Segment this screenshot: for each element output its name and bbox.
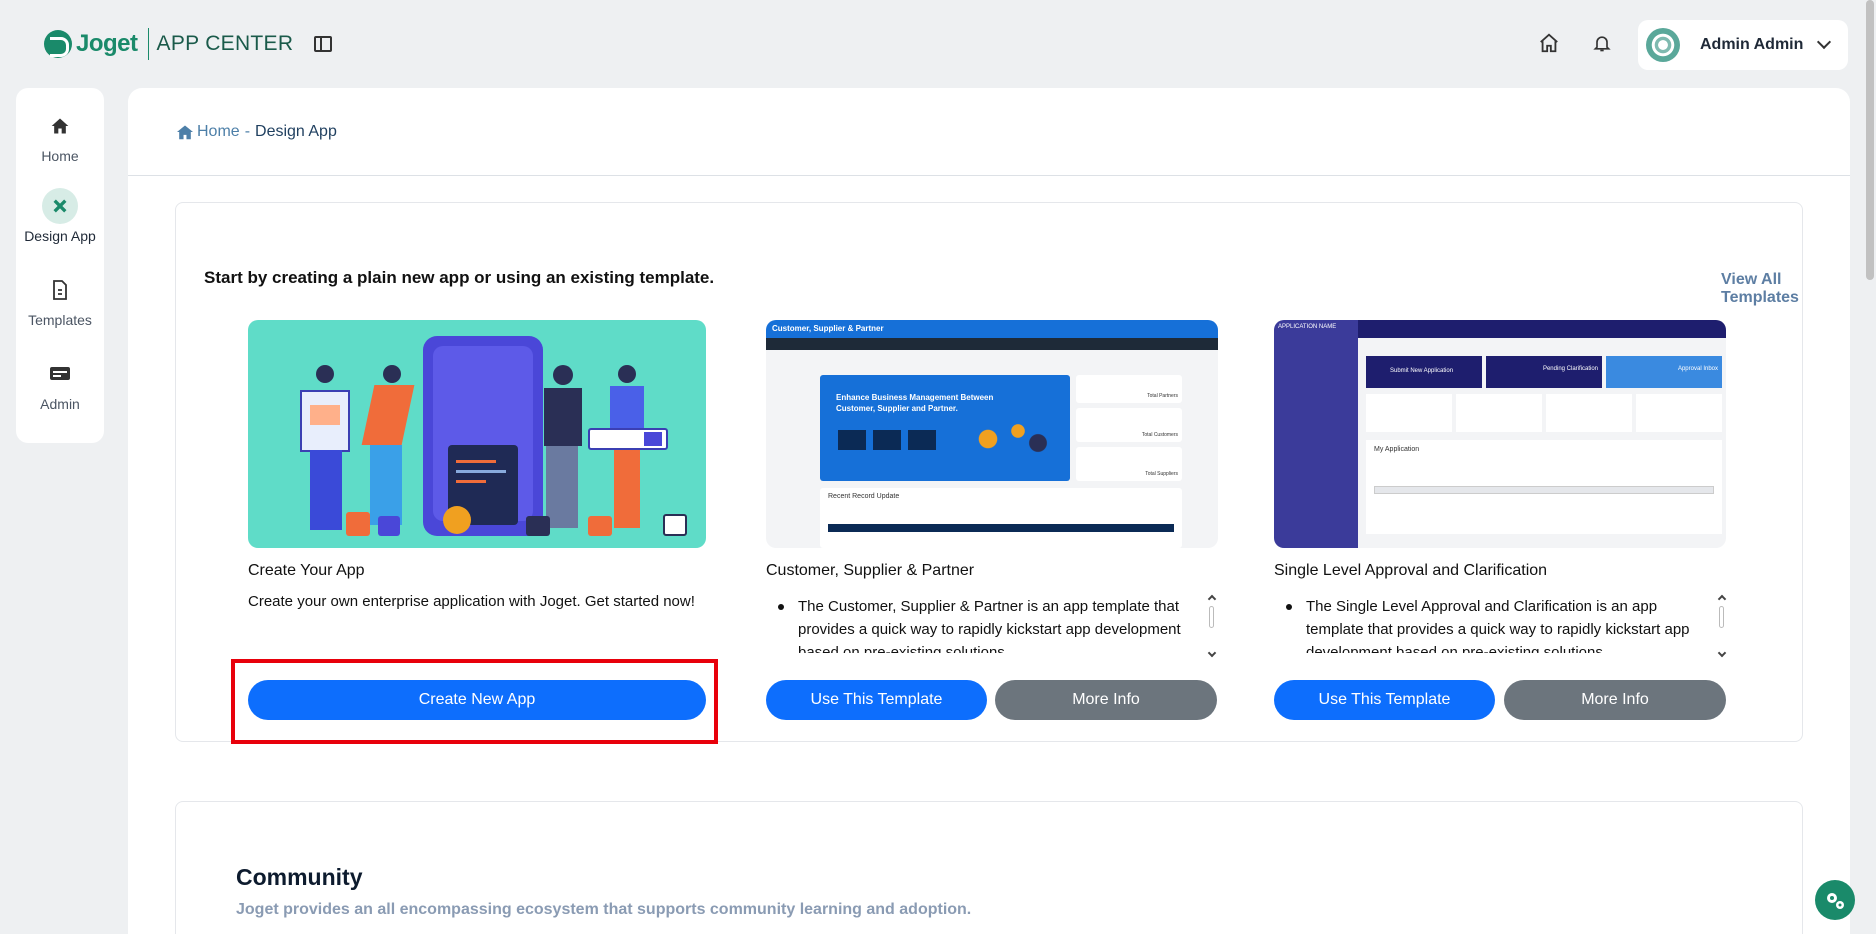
breadcrumb-current: Design App — [255, 122, 337, 140]
document-icon — [42, 272, 78, 308]
home-icon — [42, 108, 78, 144]
nav-label-design-app: Design App — [24, 228, 96, 244]
user-name: Admin Admin — [1700, 36, 1804, 53]
breadcrumb-home-label: Home — [197, 122, 240, 140]
nav-item-design-app[interactable]: Design App — [16, 188, 104, 244]
chevron-down-icon — [1817, 34, 1832, 50]
preview-stat-partners: Total Partners — [1076, 375, 1182, 403]
single-level-approval-title: Single Level Approval and Clarification — [1274, 562, 1548, 579]
sidebar-toggle-icon[interactable] — [314, 36, 332, 52]
more-info-button[interactable]: More Info — [995, 680, 1217, 720]
customer-supplier-partner-description: The Customer, Supplier & Partner is an a… — [766, 595, 1206, 653]
create-app-illustration — [248, 320, 706, 548]
logo-text: Joget — [76, 30, 138, 57]
breadcrumb-home[interactable]: Home — [176, 123, 240, 141]
bell-icon[interactable] — [1589, 30, 1615, 56]
gears-icon — [1827, 893, 1844, 909]
admin-console-icon — [42, 356, 78, 392]
more-info-button[interactable]: More Info — [1504, 680, 1726, 720]
create-your-app-title: Create Your App — [248, 562, 365, 579]
customer-supplier-partner-title: Customer, Supplier & Partner — [766, 562, 975, 579]
preview-app-name: APPLICATION NAME — [1278, 324, 1337, 330]
highlight-box — [231, 659, 718, 744]
customer-supplier-partner-preview[interactable]: Customer, Supplier & Partner Enhance Bus… — [766, 320, 1218, 548]
nav-item-templates[interactable]: Templates — [16, 272, 104, 328]
description-scrollbar[interactable] — [1207, 594, 1217, 658]
settings-fab[interactable] — [1815, 880, 1855, 920]
design-tools-icon — [42, 188, 78, 224]
view-all-templates-link[interactable]: View All Templates — [1721, 271, 1850, 307]
single-level-approval-description: The Single Level Approval and Clarificat… — [1274, 595, 1716, 653]
logo-divider — [147, 28, 149, 60]
app-title: APP CENTER — [156, 32, 294, 55]
home-icon — [177, 124, 193, 139]
preview-tile-submit: Submit New Application — [1366, 356, 1482, 388]
preview-tile-pending: Pending Clarification — [1486, 356, 1602, 388]
nav-label-templates: Templates — [28, 312, 92, 328]
home-icon[interactable] — [1536, 30, 1562, 56]
use-template-button[interactable]: Use This Template — [766, 680, 987, 720]
preview-banner: Enhance Business Management Between Cust… — [836, 393, 994, 413]
preview-stat-suppliers: Total Suppliers — [1076, 447, 1182, 481]
preview-stat-customers: Total Customers — [1076, 408, 1182, 442]
user-menu[interactable]: Admin Admin — [1638, 20, 1848, 70]
nav-item-home[interactable]: Home — [16, 108, 104, 164]
preview-my-application: My Application — [1374, 446, 1420, 453]
preview-header: Customer, Supplier & Partner — [766, 320, 1218, 338]
breadcrumb-separator: - — [244, 122, 251, 140]
community-subtitle: Joget provides an all encompassing ecosy… — [236, 901, 972, 918]
use-template-button[interactable]: Use This Template — [1274, 680, 1495, 720]
preview-table-title: Recent Record Update — [828, 493, 900, 500]
avatar — [1646, 28, 1680, 62]
page-scrollbar[interactable] — [1866, 0, 1874, 280]
joget-logo[interactable]: Joget APP CENTER — [44, 28, 293, 60]
single-level-approval-preview[interactable]: APPLICATION NAME Submit New Application … — [1274, 320, 1726, 548]
main-panel: Home - Design App Start by creating a pl… — [128, 88, 1850, 934]
preview-tile-approval: Approval Inbox — [1606, 356, 1722, 388]
top-bar: Joget APP CENTER Admin Admin — [0, 0, 1876, 88]
breadcrumb: Home - Design App — [128, 88, 1850, 176]
intro-text: Start by creating a plain new app or usi… — [204, 268, 715, 287]
nav-item-admin[interactable]: Admin — [16, 356, 104, 412]
create-your-app-description: Create your own enterprise application w… — [248, 593, 695, 610]
left-navigation: Home Design App Templates Admin — [16, 88, 104, 443]
nav-label-admin: Admin — [40, 396, 80, 412]
preview-subnav — [766, 338, 1218, 350]
description-scrollbar[interactable] — [1717, 594, 1727, 658]
nav-label-home: Home — [41, 148, 79, 164]
community-title: Community — [236, 864, 363, 890]
joget-logo-icon — [44, 30, 72, 58]
